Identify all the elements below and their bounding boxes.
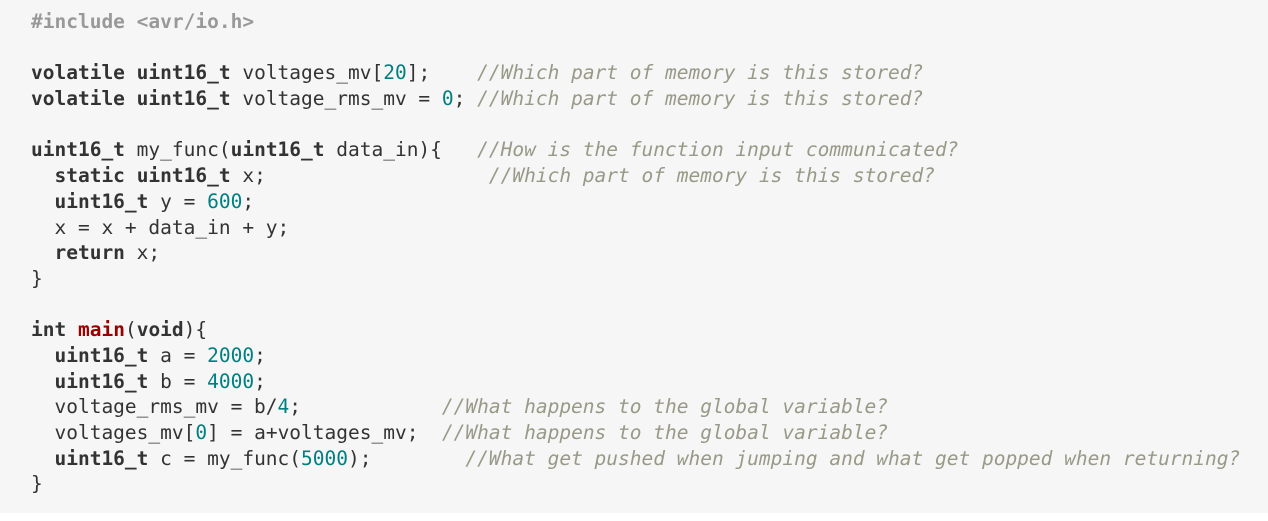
code-text: ; <box>453 87 478 111</box>
code-text: c = my_func( <box>148 446 302 470</box>
function-name: main <box>77 318 125 342</box>
comment: //Which part of memory is this stored? <box>477 61 924 85</box>
keyword: uint16_t <box>136 87 231 111</box>
source-code[interactable]: #include <avr/io.h> volatile uint16_t vol… <box>31 9 1268 497</box>
keyword: return <box>54 241 125 265</box>
code-text: data_in){ <box>324 138 478 162</box>
comment: //What happens to the global variable? <box>441 421 889 444</box>
keyword: int <box>31 318 67 342</box>
preprocessor: #include <avr/io.h> <box>31 10 255 33</box>
keyword: uint16_t <box>31 138 125 162</box>
code-text: ; <box>289 395 442 419</box>
code-line: uint16_t my_func(uint16_t data_in){ //Ho… <box>31 137 1268 163</box>
code-text: a = <box>148 343 208 367</box>
code-line: static uint16_t x; //Which part of memor… <box>31 163 1268 189</box>
code-line: uint16_t y = 600; <box>31 189 1268 215</box>
code-line: volatile uint16_t voltage_rms_mv = 0; //… <box>31 86 1268 112</box>
comment: //Which part of memory is this stored? <box>477 87 924 111</box>
comment: //What get pushed when jumping and what … <box>465 446 1241 470</box>
number-literal: 0 <box>195 421 208 444</box>
number-literal: 600 <box>207 189 243 213</box>
code-text: ] = a+voltages_mv; <box>207 421 442 444</box>
keyword: uint16_t <box>136 61 231 85</box>
code-block: #include <avr/io.h> volatile uint16_t vol… <box>0 0 1268 513</box>
code-line: voltages_mv[0] = a+voltages_mv; //What h… <box>31 420 1268 446</box>
code-text: x; <box>124 241 161 265</box>
code-line: } <box>31 471 1268 497</box>
code-text: voltage_rms_mv = b/ <box>31 395 278 419</box>
code-line: #include <avr/io.h> <box>31 9 1268 35</box>
keyword: void <box>136 318 184 342</box>
code-line: voltage_rms_mv = b/4; //What happens to … <box>31 394 1268 420</box>
code-text: x; <box>230 164 489 188</box>
code-text: voltages_mv[ <box>230 61 384 85</box>
code-text: x = x + data_in + y; <box>31 215 290 239</box>
code-text: ); <box>348 446 466 470</box>
code-text: voltage_rms_mv = <box>230 87 442 111</box>
number-literal: 4 <box>277 395 290 419</box>
keyword: volatile <box>31 87 125 111</box>
code-line: volatile uint16_t voltages_mv[20]; //Whi… <box>31 60 1268 86</box>
comment: //How is the function input communicated… <box>477 138 959 162</box>
number-literal: 20 <box>383 61 407 85</box>
keyword: volatile <box>31 61 125 85</box>
code-line: uint16_t c = my_func(5000); //What get p… <box>31 446 1268 472</box>
keyword: uint16_t <box>54 189 149 213</box>
keyword: uint16_t <box>54 343 149 367</box>
keyword: uint16_t <box>54 446 149 470</box>
code-text: voltages_mv[ <box>31 421 196 444</box>
code-text: b = <box>148 369 208 393</box>
code-line: x = x + data_in + y; <box>31 215 1268 241</box>
code-text: ){ <box>183 318 208 342</box>
code-line: } <box>31 266 1268 292</box>
number-literal: 0 <box>441 87 454 111</box>
code-text: ; <box>254 343 266 367</box>
number-literal: 5000 <box>301 446 348 470</box>
number-literal: 2000 <box>207 343 255 367</box>
comment: //What happens to the global variable? <box>441 395 889 419</box>
comment: //Which part of memory is this stored? <box>488 164 936 188</box>
code-line: return x; <box>31 240 1268 266</box>
code-line: uint16_t b = 4000; <box>31 369 1268 395</box>
code-line: uint16_t a = 2000; <box>31 343 1268 369</box>
keyword: uint16_t <box>54 369 149 393</box>
code-text: ]; <box>406 61 478 85</box>
keyword: static <box>54 164 125 188</box>
code-text: } <box>31 266 43 290</box>
code-text: } <box>31 472 43 496</box>
keyword: uint16_t <box>230 138 325 162</box>
code-text: my_func( <box>124 138 231 162</box>
code-text: y = <box>148 189 208 213</box>
code-line: int main(void){ <box>31 317 1268 343</box>
code-text: ; <box>254 369 266 393</box>
code-text: ( <box>124 318 137 342</box>
keyword: uint16_t <box>136 164 231 188</box>
number-literal: 4000 <box>207 369 255 393</box>
code-text: ; <box>242 189 255 213</box>
